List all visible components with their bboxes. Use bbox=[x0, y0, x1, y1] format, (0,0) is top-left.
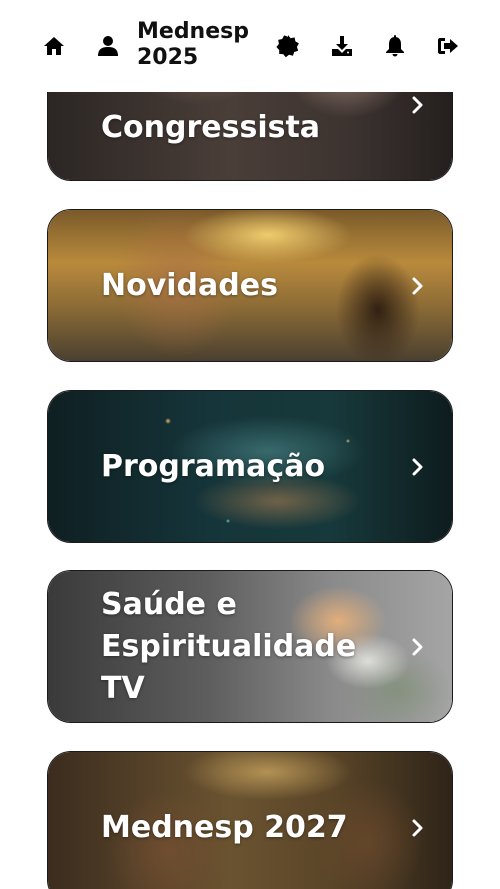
chevron-right-icon bbox=[410, 818, 426, 838]
chevron-right-icon bbox=[410, 95, 426, 115]
app-title-line2: 2025 bbox=[137, 45, 199, 70]
menu-card-programacao[interactable]: Programação bbox=[47, 390, 453, 543]
download-icon[interactable] bbox=[328, 32, 356, 60]
badge-icon[interactable] bbox=[274, 32, 302, 60]
home-icon[interactable] bbox=[40, 32, 68, 60]
user-icon[interactable] bbox=[94, 32, 122, 60]
menu-card-novidades[interactable]: Novidades bbox=[47, 209, 453, 362]
menu-card-label: Congressista bbox=[101, 109, 321, 145]
app-title-line1: Mednesp bbox=[137, 19, 249, 44]
menu-card-mednesp-2027[interactable]: Mednesp 2027 bbox=[47, 751, 453, 889]
top-navigation-bar: Mednesp 2025 bbox=[0, 0, 500, 92]
menu-card-label: Saúde e Espiritualidade TV bbox=[101, 586, 357, 706]
menu-card-label: Mednesp 2027 bbox=[101, 809, 348, 845]
menu-card-label: Programação bbox=[101, 448, 326, 484]
menu-list: Congressista Novidades Programação Saúde… bbox=[0, 0, 500, 889]
chevron-right-icon bbox=[410, 457, 426, 477]
chevron-right-icon bbox=[410, 276, 426, 296]
app-title: Mednesp 2025 bbox=[137, 19, 257, 71]
menu-card-label: Novidades bbox=[101, 267, 278, 303]
chevron-right-icon bbox=[410, 637, 426, 657]
bell-icon[interactable] bbox=[381, 32, 409, 60]
menu-card-saude-e-espiritualidade-tv[interactable]: Saúde e Espiritualidade TV bbox=[47, 570, 453, 723]
logout-icon[interactable] bbox=[434, 32, 462, 60]
